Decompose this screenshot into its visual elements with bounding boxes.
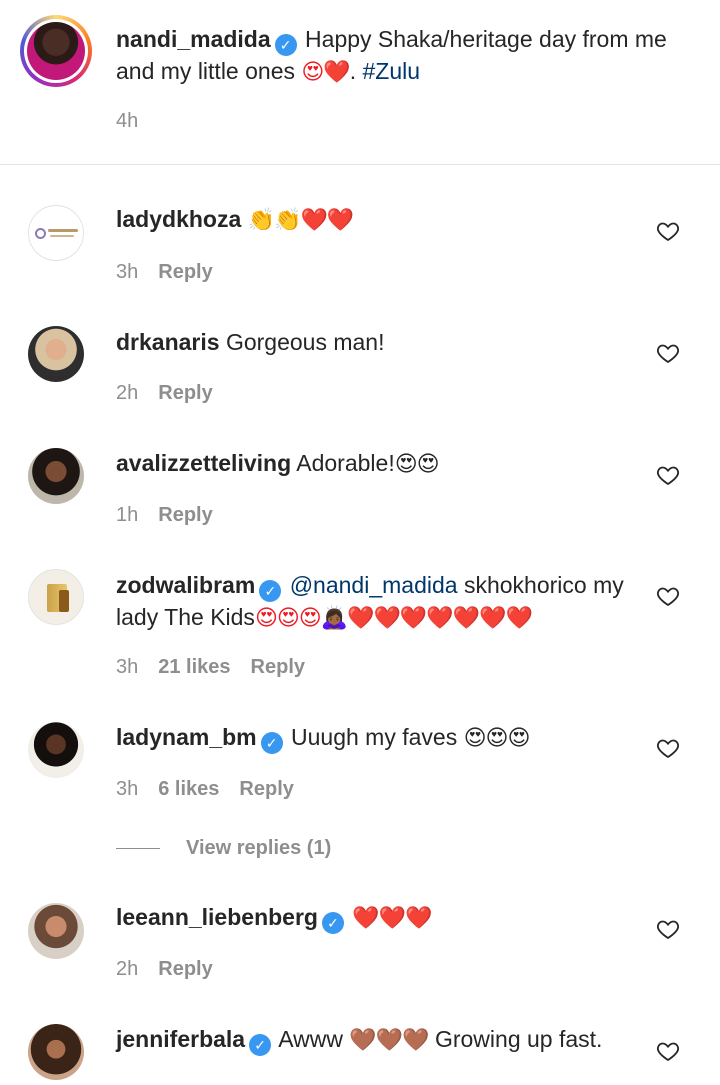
verified-badge-icon: ✓ xyxy=(260,732,283,754)
heart-outline-icon[interactable] xyxy=(656,736,680,760)
comment-emoji: 🤎🤎🤎 xyxy=(349,1027,429,1052)
username[interactable]: zodwalibram xyxy=(116,572,255,598)
verified-badge-icon: ✓ xyxy=(259,580,282,602)
reply-button[interactable]: Reply xyxy=(251,656,305,678)
caption-meta: 4h xyxy=(116,110,158,133)
mention-link[interactable]: @nandi_madida xyxy=(290,572,458,598)
avatar[interactable] xyxy=(28,1024,84,1080)
reply-button[interactable]: Reply xyxy=(158,958,212,980)
divider xyxy=(0,164,720,165)
divider xyxy=(116,848,160,850)
comment-meta: 3h 21 likes Reply xyxy=(116,656,325,679)
caption-emoji: 😍❤️ xyxy=(301,59,350,84)
likes-count[interactable]: 6 likes xyxy=(158,778,219,800)
timestamp: 3h xyxy=(116,656,139,678)
username[interactable]: ladydkhoza xyxy=(116,206,241,232)
timestamp: 4h xyxy=(116,110,139,132)
avatar[interactable] xyxy=(28,722,84,778)
comment-meta: 2h Reply xyxy=(116,958,233,981)
reply-button[interactable]: Reply xyxy=(158,261,212,283)
comment-meta: 2h Reply xyxy=(116,382,233,405)
poster-avatar[interactable] xyxy=(20,15,92,87)
username[interactable]: jenniferbala xyxy=(116,1026,245,1052)
timestamp: 2h xyxy=(116,958,139,980)
comment-emoji: 👏👏❤️❤️ xyxy=(247,207,355,232)
timestamp: 3h xyxy=(116,261,139,283)
reply-button[interactable]: Reply xyxy=(239,778,293,800)
avatar[interactable] xyxy=(28,326,84,382)
reply-button[interactable]: Reply xyxy=(158,504,212,526)
heart-outline-icon[interactable] xyxy=(656,341,680,365)
comment-meta: 1h Reply xyxy=(116,504,233,527)
verified-badge-icon: ✓ xyxy=(274,34,297,56)
comment-emoji: ❤️❤️❤️ xyxy=(352,905,432,930)
comment-text: ladydkhoza 👏👏❤️❤️ xyxy=(116,204,646,235)
username[interactable]: drkanaris xyxy=(116,329,220,355)
heart-outline-icon[interactable] xyxy=(656,917,680,941)
post-caption: nandi_madida ✓ Happy Shaka/heritage day f… xyxy=(0,0,720,164)
comment-text: jenniferbala ✓ Awww 🤎🤎🤎 Growing up fast. xyxy=(116,1024,646,1056)
comment-meta: 3h Reply xyxy=(116,261,233,284)
timestamp: 3h xyxy=(116,778,139,800)
avatar[interactable] xyxy=(28,448,84,504)
comment-text: leeann_liebenberg ✓ ❤️❤️❤️ xyxy=(116,902,646,934)
comment-text: zodwalibram ✓ @nandi_madida skhokhorico m… xyxy=(116,572,624,630)
comment-text: avalizzetteliving Adorable!😍😍 xyxy=(116,450,440,476)
verified-badge-icon: ✓ xyxy=(321,912,344,934)
verified-badge-icon: ✓ xyxy=(249,1034,272,1056)
timestamp: 1h xyxy=(116,504,139,526)
heart-outline-icon[interactable] xyxy=(656,463,680,487)
username[interactable]: leeann_liebenberg xyxy=(116,904,318,930)
avatar[interactable] xyxy=(28,205,84,261)
caption-text: nandi_madida ✓ Happy Shaka/heritage day f… xyxy=(116,26,667,84)
avatar[interactable] xyxy=(28,569,84,625)
heart-outline-icon[interactable] xyxy=(656,219,680,243)
comment-emoji: 😍😍😍 xyxy=(463,725,531,750)
hashtag-link[interactable]: #Zulu xyxy=(362,58,420,84)
reply-button[interactable]: Reply xyxy=(158,382,212,404)
username[interactable]: nandi_madida xyxy=(116,26,271,52)
comment-text: ladynam_bm ✓ Uuugh my faves 😍😍😍 xyxy=(116,722,646,754)
comment-emoji: 😍😍😍🙇🏾‍♀️❤️❤️❤️❤️❤️❤️❤️ xyxy=(254,605,533,630)
avatar[interactable] xyxy=(28,903,84,959)
likes-count[interactable]: 21 likes xyxy=(158,656,230,678)
heart-outline-icon[interactable] xyxy=(656,1039,680,1063)
view-replies-button[interactable]: View replies (1) xyxy=(116,837,331,860)
comment-text: drkanaris Gorgeous man! xyxy=(116,329,385,355)
username[interactable]: ladynam_bm xyxy=(116,724,257,750)
comment-emoji: 😍😍 xyxy=(394,451,440,476)
heart-outline-icon[interactable] xyxy=(656,584,680,608)
comment-meta: 3h 6 likes Reply xyxy=(116,778,314,801)
username[interactable]: avalizzetteliving xyxy=(116,450,291,476)
timestamp: 2h xyxy=(116,382,139,404)
